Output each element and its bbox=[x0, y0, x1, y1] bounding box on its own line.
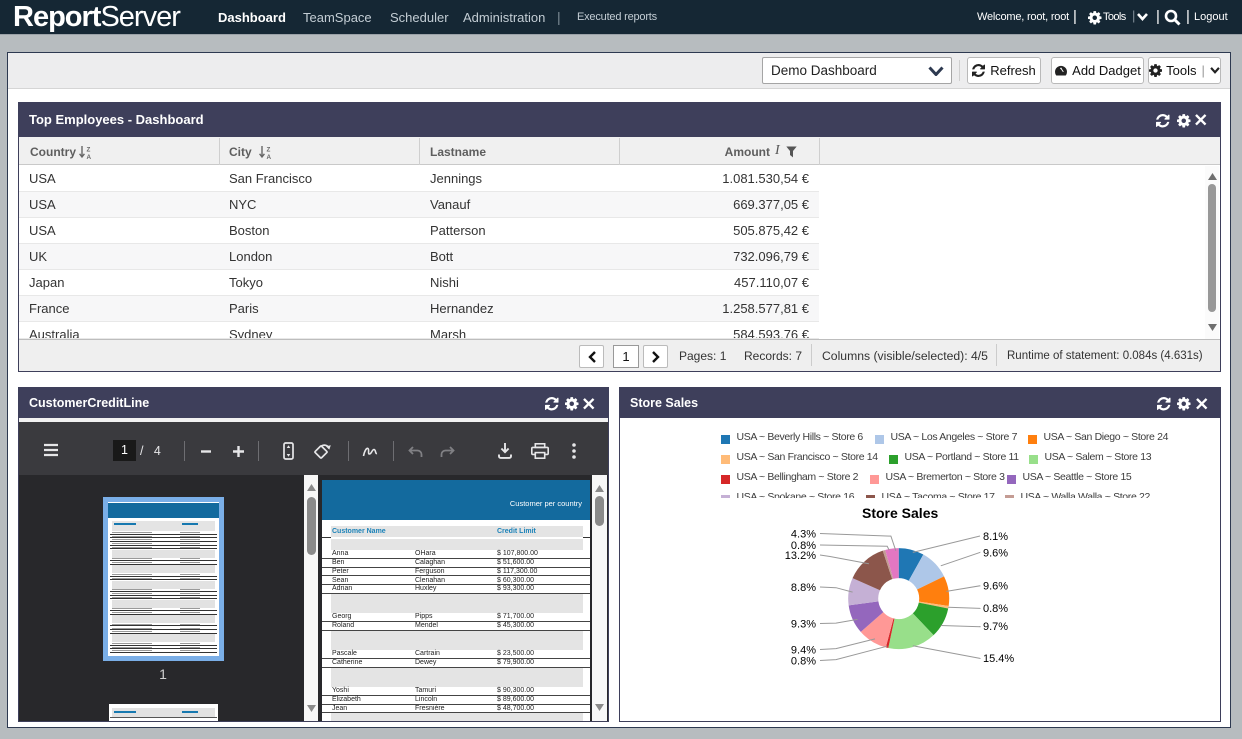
svg-text:A: A bbox=[267, 154, 272, 159]
svg-text:9.6%: 9.6% bbox=[983, 580, 1008, 592]
svg-text:Z: Z bbox=[267, 147, 271, 154]
svg-text:Z: Z bbox=[87, 147, 91, 154]
svg-text:0.8%: 0.8% bbox=[983, 603, 1008, 615]
svg-text:13.2%: 13.2% bbox=[785, 550, 816, 562]
svg-text:9.7%: 9.7% bbox=[983, 621, 1008, 633]
svg-text:9.6%: 9.6% bbox=[983, 547, 1008, 559]
svg-text:A: A bbox=[87, 154, 92, 159]
svg-text:8.8%: 8.8% bbox=[791, 582, 816, 594]
svg-text:0.8%: 0.8% bbox=[791, 655, 816, 667]
svg-text:9.3%: 9.3% bbox=[791, 618, 816, 630]
svg-text:4.3%: 4.3% bbox=[791, 528, 816, 540]
svg-text:8.1%: 8.1% bbox=[983, 531, 1008, 543]
svg-text:15.4%: 15.4% bbox=[983, 653, 1014, 665]
